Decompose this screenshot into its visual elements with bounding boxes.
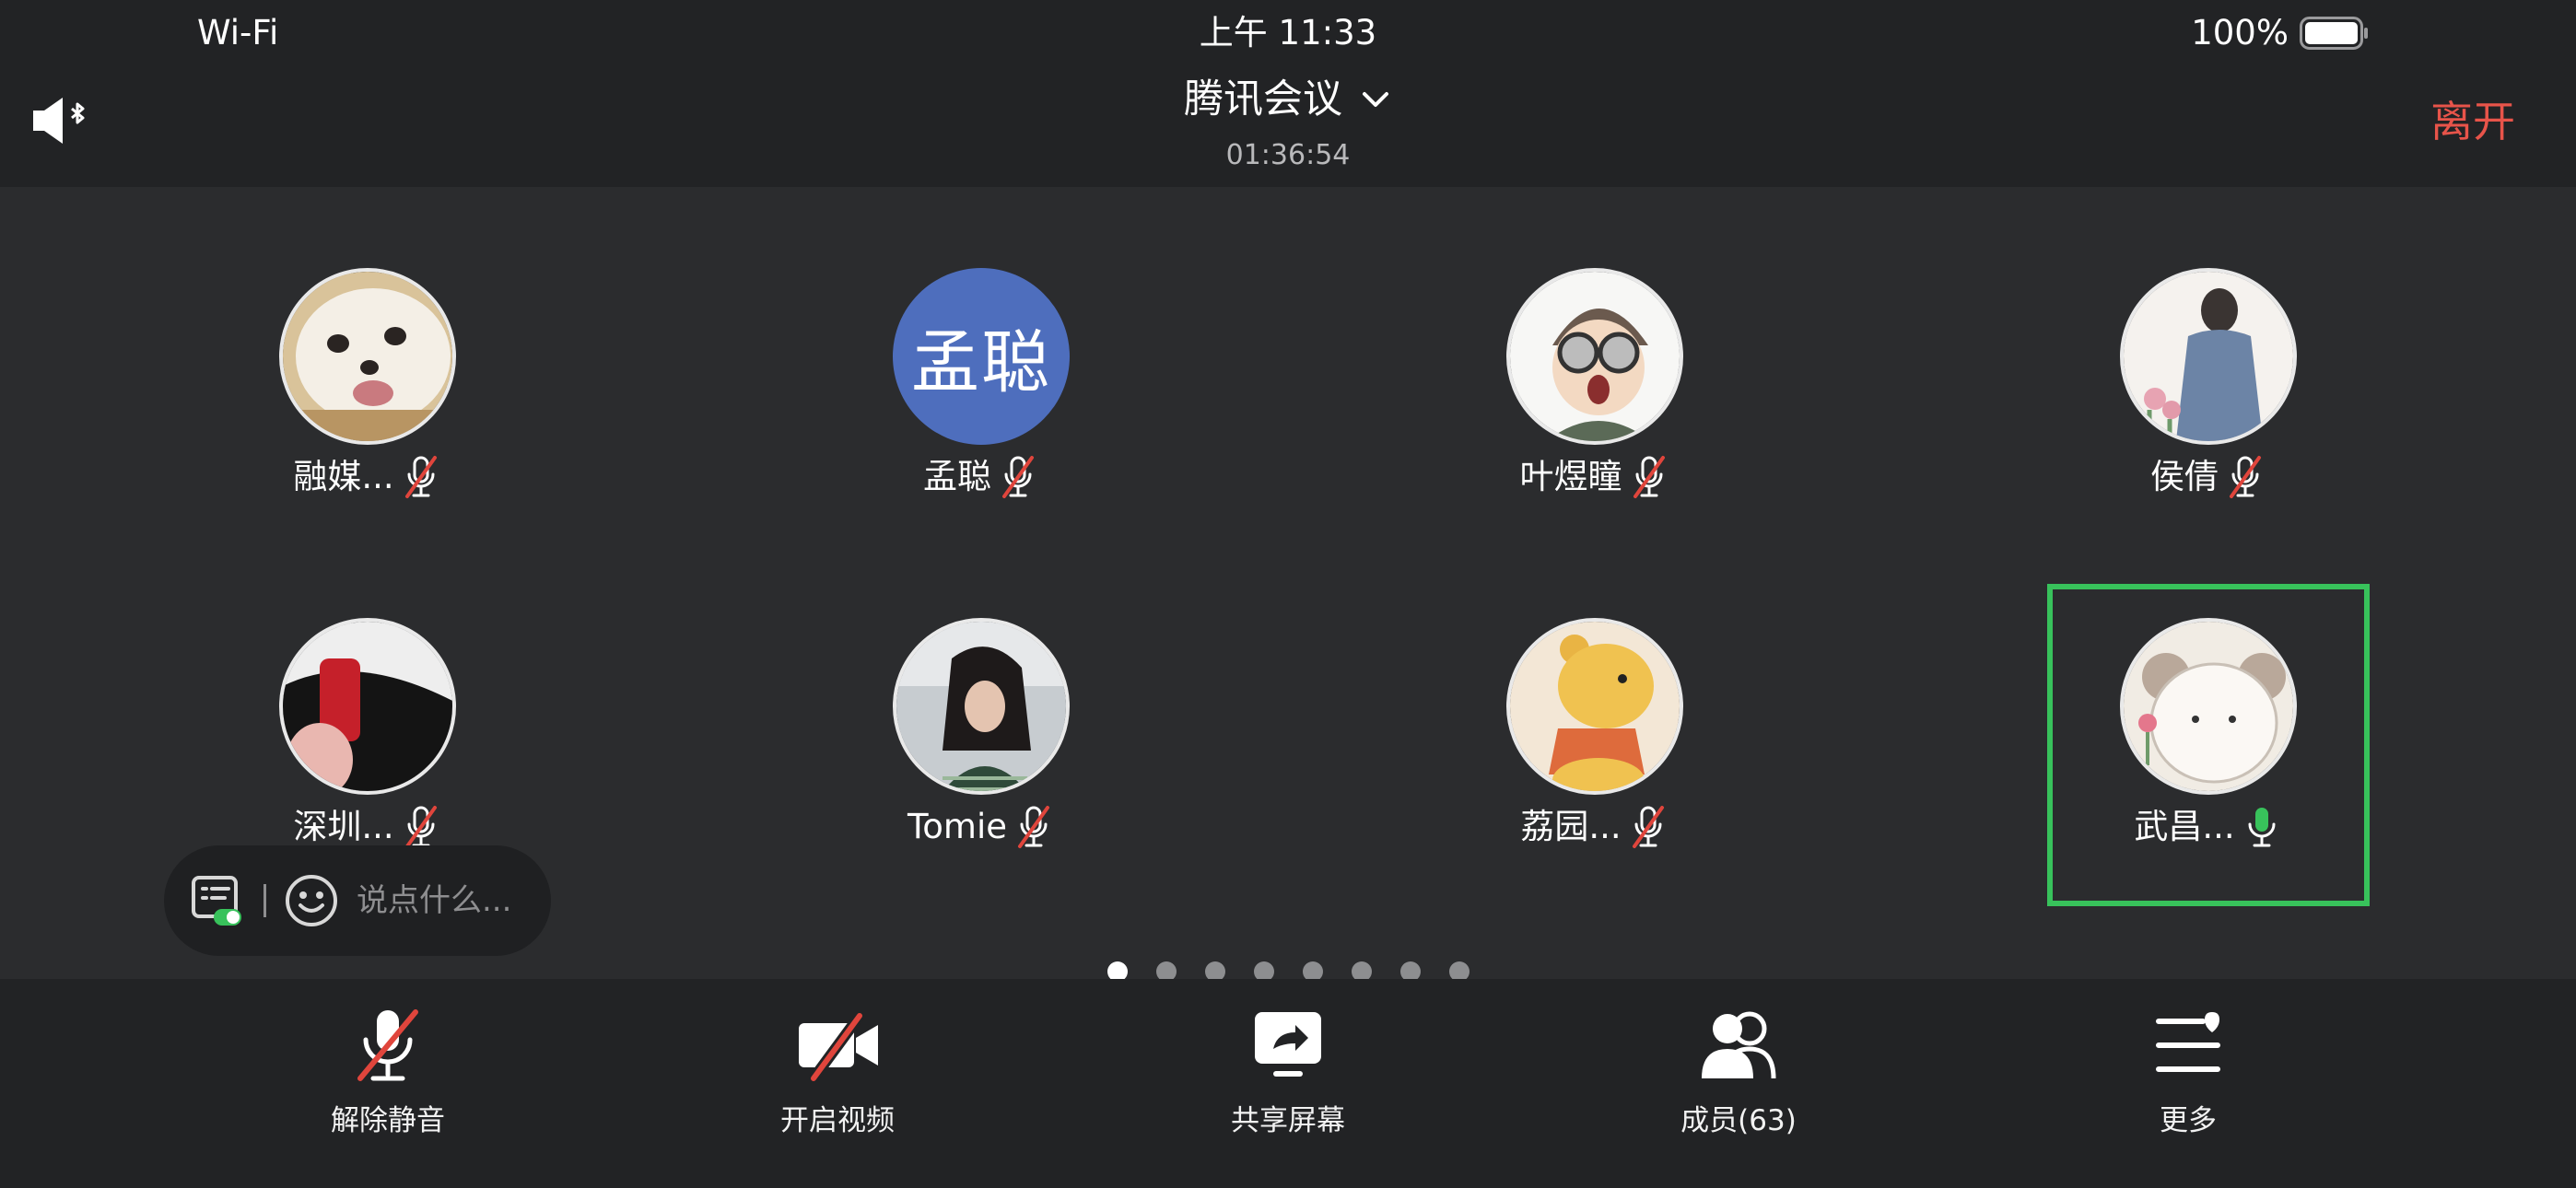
- avatar-winnie-the-pooh: [1506, 618, 1683, 795]
- chat-settings-icon[interactable]: [190, 872, 247, 929]
- participant-tile-active-speaker[interactable]: 武昌...: [2047, 584, 2370, 906]
- battery-percent: 100%: [2191, 13, 2289, 52]
- avatar-illustrated-girl: [2120, 268, 2297, 445]
- share-screen-button[interactable]: 共享屏幕: [1150, 1007, 1426, 1163]
- participant-tile[interactable]: 荔园...: [1434, 537, 1756, 859]
- video-off-icon: [799, 1012, 878, 1082]
- unmute-button[interactable]: 解除静音: [250, 1007, 526, 1163]
- members-button[interactable]: 成员(63): [1600, 1007, 1877, 1163]
- participant-name: 深圳...: [293, 807, 394, 846]
- participant-tile[interactable]: 融媒...: [206, 187, 529, 509]
- chevron-down-icon: [1363, 92, 1388, 107]
- battery-icon: [2300, 17, 2368, 50]
- participant-name: 融媒...: [293, 457, 394, 496]
- mic-muted-icon: [357, 1009, 418, 1081]
- participant-name-row: 叶煜瞳: [1434, 454, 1756, 500]
- meeting-timer: 01:36:54: [1225, 139, 1351, 171]
- participant-tile[interactable]: Tomie: [820, 537, 1142, 859]
- avatar-girl-photo: [893, 618, 1070, 795]
- participant-name-row: 侯倩: [2047, 454, 2370, 500]
- participant-tile[interactable]: 深圳...: [206, 537, 529, 859]
- avatar-cartoon-boy: [1506, 268, 1683, 445]
- participant-name: Tomie: [907, 807, 1008, 846]
- participant-name-row: Tomie: [820, 804, 1142, 850]
- participant-name: 侯倩: [2150, 457, 2219, 496]
- participant-name-row: 武昌...: [2047, 804, 2370, 850]
- more-menu-icon: [2156, 1012, 2220, 1072]
- mic-muted-icon: [404, 456, 437, 498]
- leave-button[interactable]: 离开: [2430, 94, 2515, 149]
- members-icon: [1702, 1011, 1776, 1079]
- divider: [263, 884, 266, 917]
- share-screen-label: 共享屏幕: [1231, 1104, 1345, 1137]
- top-bar: Wi-Fi 上午 11:33 100% 腾讯会议 01:36:54 离开: [0, 0, 2576, 187]
- chat-input-bar: [164, 845, 551, 956]
- members-label: 成员(63): [1680, 1104, 1797, 1137]
- start-video-label: 开启视频: [780, 1104, 895, 1137]
- participant-name: 荔园...: [1520, 807, 1622, 846]
- share-screen-icon: [1255, 1012, 1321, 1077]
- participant-name: 孟聪: [923, 457, 991, 496]
- meeting-title-button[interactable]: 腾讯会议: [0, 74, 2576, 125]
- participant-tile[interactable]: 孟聪 孟聪: [820, 187, 1142, 509]
- mic-active-icon: [2248, 808, 2276, 847]
- avatar-pomeranian: [279, 268, 456, 445]
- start-video-button[interactable]: 开启视频: [699, 1007, 976, 1163]
- avatar-initials: 孟聪: [893, 268, 1070, 445]
- avatar-cartoon-bear: [2120, 618, 2297, 795]
- meeting-title: 腾讯会议: [1184, 76, 1342, 122]
- participant-name-row: 孟聪: [820, 454, 1142, 500]
- mic-muted-icon: [1018, 806, 1050, 848]
- mic-muted-icon: [2230, 456, 2261, 498]
- participant-name-row: 深圳...: [206, 804, 529, 850]
- status-time: 上午 11:33: [1199, 13, 1377, 52]
- participant-tile[interactable]: 侯倩: [2047, 187, 2370, 509]
- mic-muted-icon: [404, 806, 437, 848]
- participant-name-row: 融媒...: [206, 454, 529, 500]
- more-button[interactable]: 更多: [2050, 1007, 2326, 1163]
- chat-input[interactable]: [357, 882, 541, 919]
- more-label: 更多: [2160, 1104, 2217, 1137]
- emoji-icon[interactable]: [283, 872, 340, 929]
- mic-muted-icon: [1002, 456, 1034, 498]
- mic-muted-icon: [1632, 806, 1664, 848]
- avatar-red-black-photo: [279, 618, 456, 795]
- participant-name: 叶煜瞳: [1519, 457, 1622, 496]
- participant-name: 武昌...: [2134, 807, 2235, 846]
- participant-name-row: 荔园...: [1434, 804, 1756, 850]
- battery-status: 100%: [2191, 11, 2368, 55]
- unmute-label: 解除静音: [331, 1104, 445, 1137]
- participant-tile[interactable]: 叶煜瞳: [1434, 187, 1756, 509]
- meeting-toolbar: 解除静音 开启视频 共享屏幕 成员(63) 更多: [0, 979, 2576, 1188]
- mic-muted-icon: [1633, 456, 1665, 498]
